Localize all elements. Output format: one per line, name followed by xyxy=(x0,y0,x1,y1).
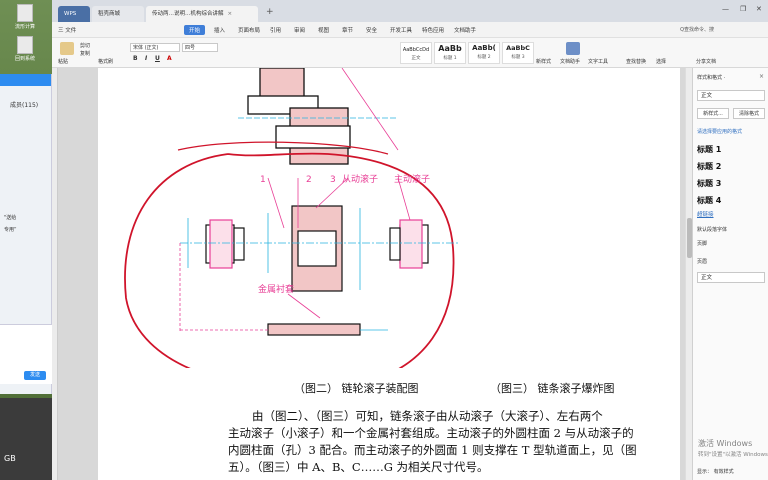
vertical-ruler xyxy=(52,68,58,480)
chat-message: 专用“ xyxy=(4,227,17,233)
wps-window: WPS 稻壳商城 传动两…说明…机构综合讲解 × + — ❐ ✕ 三 文件 开始 … xyxy=(52,0,768,480)
font-size-select[interactable]: 四号 xyxy=(182,43,218,52)
tab-wps[interactable]: WPS xyxy=(58,6,90,22)
document-page[interactable]: 1 2 3 从动滚子 主动滚子 金属衬套 （图二） 链轮滚子装配图 （图三） 链… xyxy=(98,68,680,480)
activation-watermark: 激活 Windows xyxy=(698,439,753,448)
maximize-icon[interactable]: ❐ xyxy=(740,5,746,13)
select-button[interactable]: 选择 xyxy=(656,58,666,65)
menu-review[interactable]: 审阅 xyxy=(294,26,305,34)
underline-button[interactable]: U xyxy=(155,55,160,62)
text-tools-button[interactable]: 文字工具 xyxy=(588,58,608,65)
style-item-heading-4[interactable]: 标题 4 xyxy=(697,195,721,206)
style-item-heading-3[interactable]: 标题 3 xyxy=(697,178,721,189)
font-color-button[interactable]: A xyxy=(167,55,172,62)
new-style-button[interactable]: 新样式 xyxy=(536,58,551,65)
clear-format-button[interactable]: 清除格式 xyxy=(733,108,765,119)
paragraph-line[interactable]: 五）。（图三）中 A、B、C……G 为相关尺寸代号。 xyxy=(228,459,658,476)
close-icon[interactable]: × xyxy=(228,11,233,17)
tab-document[interactable]: 传动两…说明…机构综合讲解 × xyxy=(146,6,258,22)
menu-file[interactable]: 三 文件 xyxy=(58,26,76,34)
label-part-2: 2 xyxy=(306,175,312,185)
vertical-scrollbar[interactable] xyxy=(685,68,692,480)
activation-watermark-sub: 转到"设置"以激活 Windows。 xyxy=(698,452,768,458)
figure-caption-2: （图二） 链轮滚子装配图 xyxy=(294,382,419,395)
menu-view[interactable]: 视图 xyxy=(318,26,329,34)
file-icon xyxy=(17,36,33,54)
styles-pane: 样式和格式 · × 正文 新样式... 清除格式 请选择要应用的格式 标题 1 … xyxy=(692,68,768,480)
copy-button[interactable]: 复制 xyxy=(80,50,90,57)
menu-home[interactable]: 开始 xyxy=(184,25,206,35)
style-heading-2[interactable]: AaBb(标题 2 xyxy=(468,42,500,64)
format-painter-button[interactable]: 格式刷 xyxy=(98,58,113,65)
style-item-hyperlink[interactable]: 超链接 xyxy=(697,210,714,218)
style-item-heading-2[interactable]: 标题 2 xyxy=(697,161,721,172)
label-driving-roller: 主动滚子 xyxy=(394,173,430,185)
minimize-icon[interactable]: — xyxy=(722,5,729,13)
doc-helper-button[interactable]: 文档助手 xyxy=(560,58,580,65)
pane-hint: 请选择要应用的格式 xyxy=(697,129,743,135)
bold-button[interactable]: B xyxy=(133,55,138,62)
style-item-default-font[interactable]: 默认段落字体 xyxy=(697,226,727,233)
file-thumbnail[interactable]: GB xyxy=(0,398,52,480)
desktop-icon[interactable]: 流形计算 xyxy=(8,4,42,30)
style-heading-3[interactable]: AaBbC 标题 3 xyxy=(502,42,534,64)
new-tab-button[interactable]: + xyxy=(266,7,274,17)
send-button[interactable]: 发送 xyxy=(24,371,46,380)
current-style-field[interactable]: 正文 xyxy=(697,90,765,101)
label-part-1: 1 xyxy=(260,175,266,185)
figure-caption-3: （图三） 链条滚子爆炸图 xyxy=(490,382,615,395)
desktop-icon-label: 流形计算 xyxy=(14,24,35,30)
chat-message: "送给 xyxy=(4,215,17,221)
label-metal-bushing: 金属衬套 xyxy=(258,283,294,295)
style-heading-1[interactable]: AaBb 标题 1 xyxy=(434,42,466,64)
engineering-drawing: 1 2 3 从动滚子 主动滚子 金属衬套 xyxy=(124,68,458,368)
doc-helper-icon[interactable] xyxy=(566,42,580,55)
chat-panel: 成员(115) "送给 专用“ 发送 xyxy=(0,74,52,394)
paragraph-line[interactable]: 内圆柱面（孔）3 配合。而主动滚子的外圆面 1 则支撑在 T 型轨道面上，见（图 xyxy=(228,442,658,459)
share-button[interactable]: 分享文档 xyxy=(696,58,716,65)
show-filter[interactable]: 显示： 有效样式 xyxy=(697,468,734,475)
pane-title: 样式和格式 · xyxy=(697,75,726,81)
close-icon[interactable]: ✕ xyxy=(756,5,762,13)
member-count[interactable]: 成员(115) xyxy=(10,100,38,109)
assembly-view xyxy=(238,68,399,165)
paste-button[interactable]: 粘贴 xyxy=(58,58,68,65)
chat-input[interactable]: 发送 xyxy=(0,324,52,384)
file-size: GB xyxy=(4,454,16,463)
desktop-icon-label: 回到系统 xyxy=(14,56,35,62)
menu-security[interactable]: 安全 xyxy=(366,26,377,34)
style-item-footer[interactable]: 页脚 xyxy=(697,240,707,247)
paste-icon[interactable] xyxy=(60,42,74,55)
close-icon[interactable]: × xyxy=(759,73,764,80)
find-replace-button[interactable]: 查找替换 xyxy=(626,58,646,65)
style-normal[interactable]: AaBbCcDd 正文 xyxy=(400,42,432,64)
paragraph-line[interactable]: 由（图二）、（图三）可知，链条滚子由从动滚子（大滚子）、左右两个 xyxy=(252,408,682,425)
menu-features[interactable]: 特色应用 xyxy=(422,26,444,34)
menu-insert[interactable]: 插入 xyxy=(214,26,225,34)
menu-bar: 三 文件 开始 插入 页面布局 引用 审阅 视图 章节 安全 开发工具 特色应用… xyxy=(52,22,768,38)
menu-devtools[interactable]: 开发工具 xyxy=(390,26,412,34)
title-bar: WPS 稻壳商城 传动两…说明…机构综合讲解 × + — ❐ ✕ xyxy=(52,0,768,22)
file-icon xyxy=(17,4,33,22)
desktop-icon[interactable]: 回到系统 xyxy=(8,36,42,62)
style-item-header[interactable]: 页眉 xyxy=(697,258,707,265)
menu-chapter[interactable]: 章节 xyxy=(342,26,353,34)
italic-button[interactable]: I xyxy=(145,55,147,62)
menu-references[interactable]: 引用 xyxy=(270,26,281,34)
new-style-button[interactable]: 新样式... xyxy=(697,108,729,119)
label-part-3: 3 xyxy=(330,175,336,185)
cut-button[interactable]: 剪切 xyxy=(80,42,90,49)
ribbon-toolbar: 粘贴 剪切 复制 格式刷 宋体 (正文) 四号 B I U A AaBbCcDd… xyxy=(52,38,768,68)
command-search[interactable]: Q查找命令、搜 xyxy=(680,26,714,33)
chat-header xyxy=(0,74,51,86)
paragraph-line[interactable]: 主动滚子（小滚子）和一个金属衬套组成。主动滚子的外圆柱面 2 与从动滚子的 xyxy=(228,425,658,442)
label-driven-roller: 从动滚子 xyxy=(342,173,378,185)
tab-store[interactable]: 稻壳商城 xyxy=(92,6,144,22)
menu-layout[interactable]: 页面布局 xyxy=(238,26,260,34)
menu-doc-helper[interactable]: 文档助手 xyxy=(454,26,476,34)
style-item-normal[interactable]: 正文 xyxy=(697,272,765,283)
font-family-select[interactable]: 宋体 (正文) xyxy=(130,43,180,52)
style-item-heading-1[interactable]: 标题 1 xyxy=(697,144,721,155)
